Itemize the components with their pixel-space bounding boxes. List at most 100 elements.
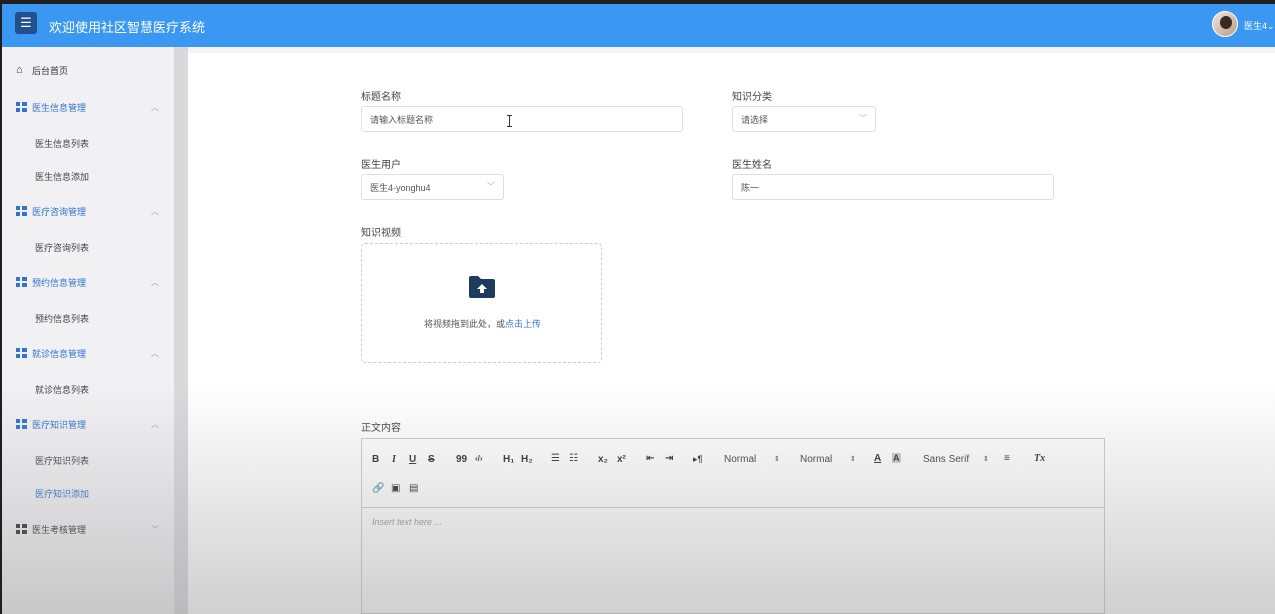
sidebar-item-label: 医疗咨询列表 bbox=[35, 242, 90, 253]
sidebar-item-consult-list[interactable]: 医疗咨询列表 bbox=[2, 238, 174, 256]
picker-arrows-icon: ⇕ bbox=[774, 456, 780, 463]
user-name: 医生4 bbox=[1244, 21, 1268, 31]
grid-icon bbox=[16, 524, 27, 534]
sidebar-item-visit-list[interactable]: 就诊信息列表 bbox=[2, 380, 174, 398]
font-picker-label: Sans Serif bbox=[923, 454, 970, 465]
avatar[interactable] bbox=[1212, 11, 1238, 37]
chevron-up-icon: ︿ bbox=[151, 419, 159, 429]
grid-icon bbox=[16, 348, 27, 358]
sidebar: ⌂ 后台首页 医生信息管理 ︿ 医生信息列表 医生信息添加 医疗咨询管理 ︿ 医… bbox=[2, 47, 174, 614]
bullet-list-icon[interactable]: ☷ bbox=[569, 453, 578, 464]
clean-format-button[interactable]: Tx bbox=[1034, 453, 1045, 464]
text-cursor bbox=[507, 115, 512, 127]
title-input[interactable]: 请输入标题名称 bbox=[361, 106, 683, 132]
sidebar-item-label: 就诊信息列表 bbox=[35, 384, 90, 395]
chevron-down-icon: ﹀ bbox=[859, 113, 867, 123]
user-menu[interactable]: 医生4⌄ bbox=[1244, 19, 1275, 32]
sidebar-item-doctor-add[interactable]: 医生信息添加 bbox=[2, 167, 174, 185]
h1-button[interactable]: H₁ bbox=[503, 454, 514, 465]
italic-button[interactable]: I bbox=[392, 454, 396, 465]
sidebar-group-assessment[interactable]: 医生考核管理 ﹀ bbox=[2, 520, 174, 538]
video-icon[interactable]: ▤ bbox=[409, 483, 418, 494]
upload-link[interactable]: 点击上传 bbox=[505, 319, 541, 329]
picker-arrows-icon: ⇕ bbox=[983, 456, 989, 463]
sidebar-item-knowledge-add[interactable]: 医疗知识添加 bbox=[2, 484, 174, 502]
menu-icon: ☰ bbox=[20, 15, 32, 30]
sidebar-group-doctor-info[interactable]: 医生信息管理 ︿ bbox=[2, 98, 174, 116]
strike-button[interactable]: S bbox=[428, 454, 435, 465]
h2-button[interactable]: H₂ bbox=[521, 454, 533, 465]
video-upload-area[interactable]: 将视频拖到此处，或点击上传 bbox=[361, 243, 602, 363]
category-label: 知识分类 bbox=[732, 92, 772, 103]
chevron-up-icon: ︿ bbox=[151, 102, 159, 112]
size-picker[interactable]: Normal ⇕ bbox=[724, 454, 780, 465]
menu-toggle-button[interactable]: ☰ bbox=[15, 12, 37, 34]
app-title: 欢迎使用社区智慧医疗系统 bbox=[49, 20, 206, 35]
chevron-down-icon: ⌄ bbox=[1267, 21, 1275, 31]
user-select[interactable]: 医生4-yonghu4 ﹀ bbox=[361, 174, 504, 200]
video-label: 知识视频 bbox=[361, 228, 401, 239]
rich-text-editor: B I U S 99 ‹/› H₁ H₂ ☰ ☷ x₂ x² ⇤ ⇥ ▸¶ No… bbox=[361, 438, 1105, 614]
image-icon[interactable]: ▣ bbox=[391, 483, 400, 494]
code-button[interactable]: ‹/› bbox=[475, 454, 483, 463]
outdent-icon[interactable]: ⇤ bbox=[646, 453, 654, 464]
upload-text: 将视频拖到此处，或 bbox=[423, 319, 505, 329]
grid-icon bbox=[16, 419, 27, 429]
chevron-up-icon: ︿ bbox=[151, 348, 159, 358]
name-value: 陈一 bbox=[741, 182, 760, 193]
subscript-button[interactable]: x₂ bbox=[598, 454, 608, 465]
underline-button[interactable]: U bbox=[409, 454, 416, 465]
category-select[interactable]: 请选择 ﹀ bbox=[732, 106, 876, 132]
sidebar-divider bbox=[174, 47, 188, 614]
grid-icon bbox=[16, 277, 27, 287]
name-label: 医生姓名 bbox=[732, 160, 772, 171]
upload-hint: 将视频拖到此处，或点击上传 bbox=[362, 317, 603, 330]
chevron-up-icon: ︿ bbox=[151, 206, 159, 216]
sidebar-group-appointment[interactable]: 预约信息管理 ︿ bbox=[2, 273, 174, 291]
sidebar-group-label: 医生信息管理 bbox=[32, 102, 87, 113]
indent-icon[interactable]: ⇥ bbox=[665, 453, 673, 464]
editor-placeholder[interactable]: Insert text here ... bbox=[372, 517, 442, 527]
ordered-list-icon[interactable]: ☰ bbox=[551, 453, 560, 464]
superscript-button[interactable]: x² bbox=[617, 454, 626, 465]
blockquote-button[interactable]: 99 bbox=[456, 454, 467, 465]
link-icon[interactable]: 🔗 bbox=[372, 483, 384, 494]
grid-icon bbox=[16, 206, 27, 216]
sidebar-item-label: 医生信息列表 bbox=[35, 138, 90, 149]
app-window: ☰ 欢迎使用社区智慧医疗系统 医生4⌄ ⌂ 后台首页 医生信息管理 ︿ 医生信息… bbox=[2, 4, 1275, 614]
sidebar-item-label: 医疗知识列表 bbox=[35, 455, 90, 466]
sidebar-group-consult[interactable]: 医疗咨询管理 ︿ bbox=[2, 202, 174, 220]
header-picker[interactable]: Normal ⇕ bbox=[800, 454, 856, 465]
sidebar-group-label: 医生考核管理 bbox=[32, 524, 87, 535]
size-picker-label: Normal bbox=[724, 454, 757, 465]
font-color-icon[interactable]: A bbox=[874, 453, 881, 464]
sidebar-group-knowledge[interactable]: 医疗知识管理 ︿ bbox=[2, 415, 174, 433]
sidebar-item-home[interactable]: ⌂ 后台首页 bbox=[2, 61, 174, 79]
sidebar-group-label: 医疗咨询管理 bbox=[32, 206, 87, 217]
name-input[interactable]: 陈一 bbox=[732, 174, 1054, 200]
sidebar-group-label: 就诊信息管理 bbox=[32, 348, 87, 359]
bold-button[interactable]: B bbox=[372, 454, 379, 465]
sidebar-item-appointment-list[interactable]: 预约信息列表 bbox=[2, 309, 174, 327]
sidebar-item-doctor-list[interactable]: 医生信息列表 bbox=[2, 134, 174, 152]
grid-icon bbox=[16, 102, 27, 112]
align-icon[interactable]: ≡ bbox=[1004, 453, 1010, 464]
title-placeholder: 请输入标题名称 bbox=[370, 114, 434, 125]
sidebar-item-label: 后台首页 bbox=[32, 65, 69, 76]
user-value: 医生4-yonghu4 bbox=[370, 182, 431, 193]
background-color-icon[interactable]: A bbox=[892, 453, 901, 463]
user-label: 医生用户 bbox=[361, 160, 401, 171]
category-value: 请选择 bbox=[741, 114, 769, 125]
chevron-up-icon: ︿ bbox=[151, 277, 159, 287]
font-picker[interactable]: Sans Serif ⇕ bbox=[923, 454, 989, 465]
sidebar-group-label: 预约信息管理 bbox=[32, 277, 87, 288]
upload-folder-icon bbox=[469, 276, 495, 298]
direction-button[interactable]: ▸¶ bbox=[693, 454, 703, 465]
title-label: 标题名称 bbox=[361, 92, 401, 103]
content-label: 正文内容 bbox=[361, 423, 401, 434]
editor-toolbar: B I U S 99 ‹/› H₁ H₂ ☰ ☷ x₂ x² ⇤ ⇥ ▸¶ No… bbox=[362, 439, 1104, 508]
sidebar-group-label: 医疗知识管理 bbox=[32, 419, 87, 430]
sidebar-group-visit[interactable]: 就诊信息管理 ︿ bbox=[2, 344, 174, 362]
sidebar-item-knowledge-list[interactable]: 医疗知识列表 bbox=[2, 451, 174, 469]
home-icon: ⌂ bbox=[16, 64, 23, 76]
